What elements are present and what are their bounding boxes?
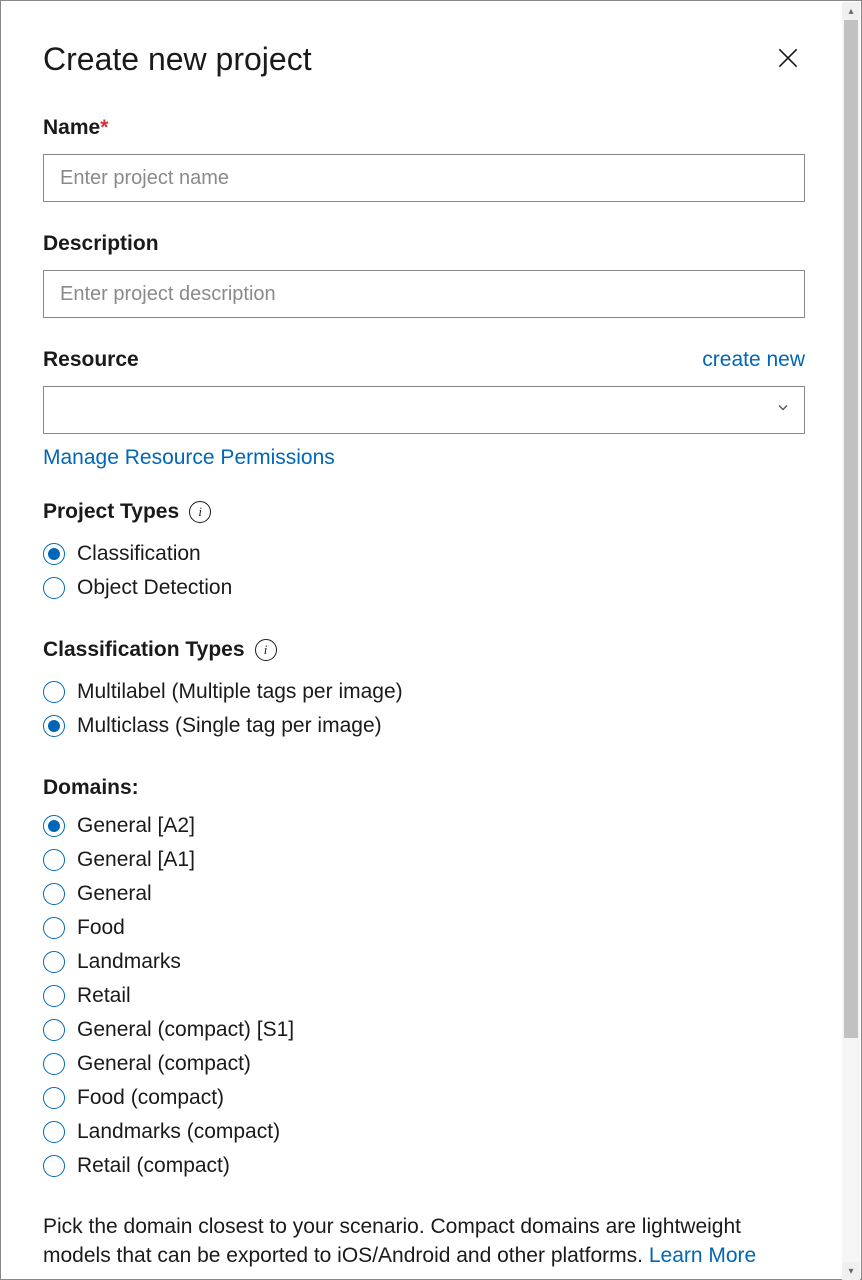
name-input[interactable] (43, 154, 805, 202)
radio-icon (43, 1053, 65, 1075)
scroll-thumb[interactable] (844, 20, 858, 1038)
dialog-content: Create new project Name* Description Res… (1, 1, 843, 1279)
resource-field-group: Resource create new Manage Resource Perm… (43, 348, 805, 470)
manage-resource-permissions-link[interactable]: Manage Resource Permissions (43, 446, 335, 470)
classification-type-label: Multilabel (Multiple tags per image) (77, 680, 403, 704)
domain-option[interactable]: General (compact) [S1] (43, 1018, 805, 1042)
page-title: Create new project (43, 41, 312, 78)
scroll-down-icon[interactable]: ▾ (842, 1262, 860, 1280)
domain-label: General (77, 882, 152, 906)
domains-title: Domains: (43, 776, 805, 800)
resource-label: Resource (43, 348, 139, 372)
domain-label: Retail (compact) (77, 1154, 230, 1178)
domains-list: General [A2] General [A1] General Food Landm… (43, 814, 805, 1178)
classification-types-list: Multilabel (Multiple tags per image) Mult… (43, 680, 805, 738)
domain-label: Retail (77, 984, 131, 1008)
project-type-option[interactable]: Classification (43, 542, 805, 566)
radio-icon (43, 985, 65, 1007)
description-field-group: Description (43, 232, 805, 318)
project-type-option[interactable]: Object Detection (43, 576, 805, 600)
radio-icon (43, 849, 65, 871)
domain-option[interactable]: Landmarks (compact) (43, 1120, 805, 1144)
name-label: Name* (43, 116, 805, 140)
radio-icon (43, 1155, 65, 1177)
domain-option[interactable]: General [A1] (43, 848, 805, 872)
radio-icon (43, 883, 65, 905)
description-label: Description (43, 232, 805, 256)
project-types-list: Classification Object Detection (43, 542, 805, 600)
domain-option[interactable]: General (compact) (43, 1052, 805, 1076)
radio-icon (43, 543, 65, 565)
info-icon[interactable]: i (189, 501, 211, 523)
project-types-section: Project Types i Classification Object Det… (43, 500, 805, 600)
resource-select-wrap (43, 386, 805, 434)
project-type-label: Object Detection (77, 576, 232, 600)
domain-label: Food (compact) (77, 1086, 224, 1110)
close-button[interactable] (771, 41, 805, 78)
domains-section: Domains: General [A2]General [A1]General… (43, 776, 805, 1271)
radio-icon (43, 1121, 65, 1143)
learn-more-link[interactable]: Learn More (649, 1244, 756, 1267)
classification-type-option[interactable]: Multiclass (Single tag per image) (43, 714, 805, 738)
domain-label: General (compact) [S1] (77, 1018, 294, 1042)
description-input[interactable] (43, 270, 805, 318)
radio-icon (43, 815, 65, 837)
domain-label: General [A2] (77, 814, 195, 838)
resource-select[interactable] (43, 386, 805, 434)
project-types-title: Project Types (43, 500, 179, 524)
name-field-group: Name* (43, 116, 805, 202)
domain-option[interactable]: General [A2] (43, 814, 805, 838)
window-scrollbar[interactable]: ▴ ▾ (842, 2, 860, 1280)
classification-type-option[interactable]: Multilabel (Multiple tags per image) (43, 680, 805, 704)
classification-types-header: Classification Types i (43, 638, 805, 662)
info-icon[interactable]: i (255, 639, 277, 661)
project-types-header: Project Types i (43, 500, 805, 524)
resource-header: Resource create new (43, 348, 805, 372)
domain-option[interactable]: Food (compact) (43, 1086, 805, 1110)
domain-label: General [A1] (77, 848, 195, 872)
project-type-label: Classification (77, 542, 201, 566)
scroll-track[interactable] (842, 20, 860, 1262)
domain-option[interactable]: Retail (43, 984, 805, 1008)
close-icon (775, 45, 801, 71)
dialog-header: Create new project (43, 41, 805, 78)
radio-icon (43, 577, 65, 599)
domain-option[interactable]: Landmarks (43, 950, 805, 974)
domains-help-prefix: Pick the domain closest to your scenario… (43, 1215, 741, 1267)
domain-label: Landmarks (77, 950, 181, 974)
radio-icon (43, 1087, 65, 1109)
domain-option[interactable]: General (43, 882, 805, 906)
required-indicator: * (100, 116, 108, 139)
domain-label: General (compact) (77, 1052, 251, 1076)
domain-label: Landmarks (compact) (77, 1120, 280, 1144)
classification-types-title: Classification Types (43, 638, 245, 662)
name-label-text: Name (43, 116, 100, 139)
classification-type-label: Multiclass (Single tag per image) (77, 714, 382, 738)
radio-icon (43, 917, 65, 939)
radio-icon (43, 1019, 65, 1041)
radio-icon (43, 681, 65, 703)
classification-types-section: Classification Types i Multilabel (Multi… (43, 638, 805, 738)
radio-icon (43, 951, 65, 973)
domains-help-text: Pick the domain closest to your scenario… (43, 1212, 805, 1271)
create-new-resource-link[interactable]: create new (702, 348, 805, 372)
domain-label: Food (77, 916, 125, 940)
radio-icon (43, 715, 65, 737)
domain-option[interactable]: Retail (compact) (43, 1154, 805, 1178)
domain-option[interactable]: Food (43, 916, 805, 940)
scroll-up-icon[interactable]: ▴ (842, 2, 860, 20)
